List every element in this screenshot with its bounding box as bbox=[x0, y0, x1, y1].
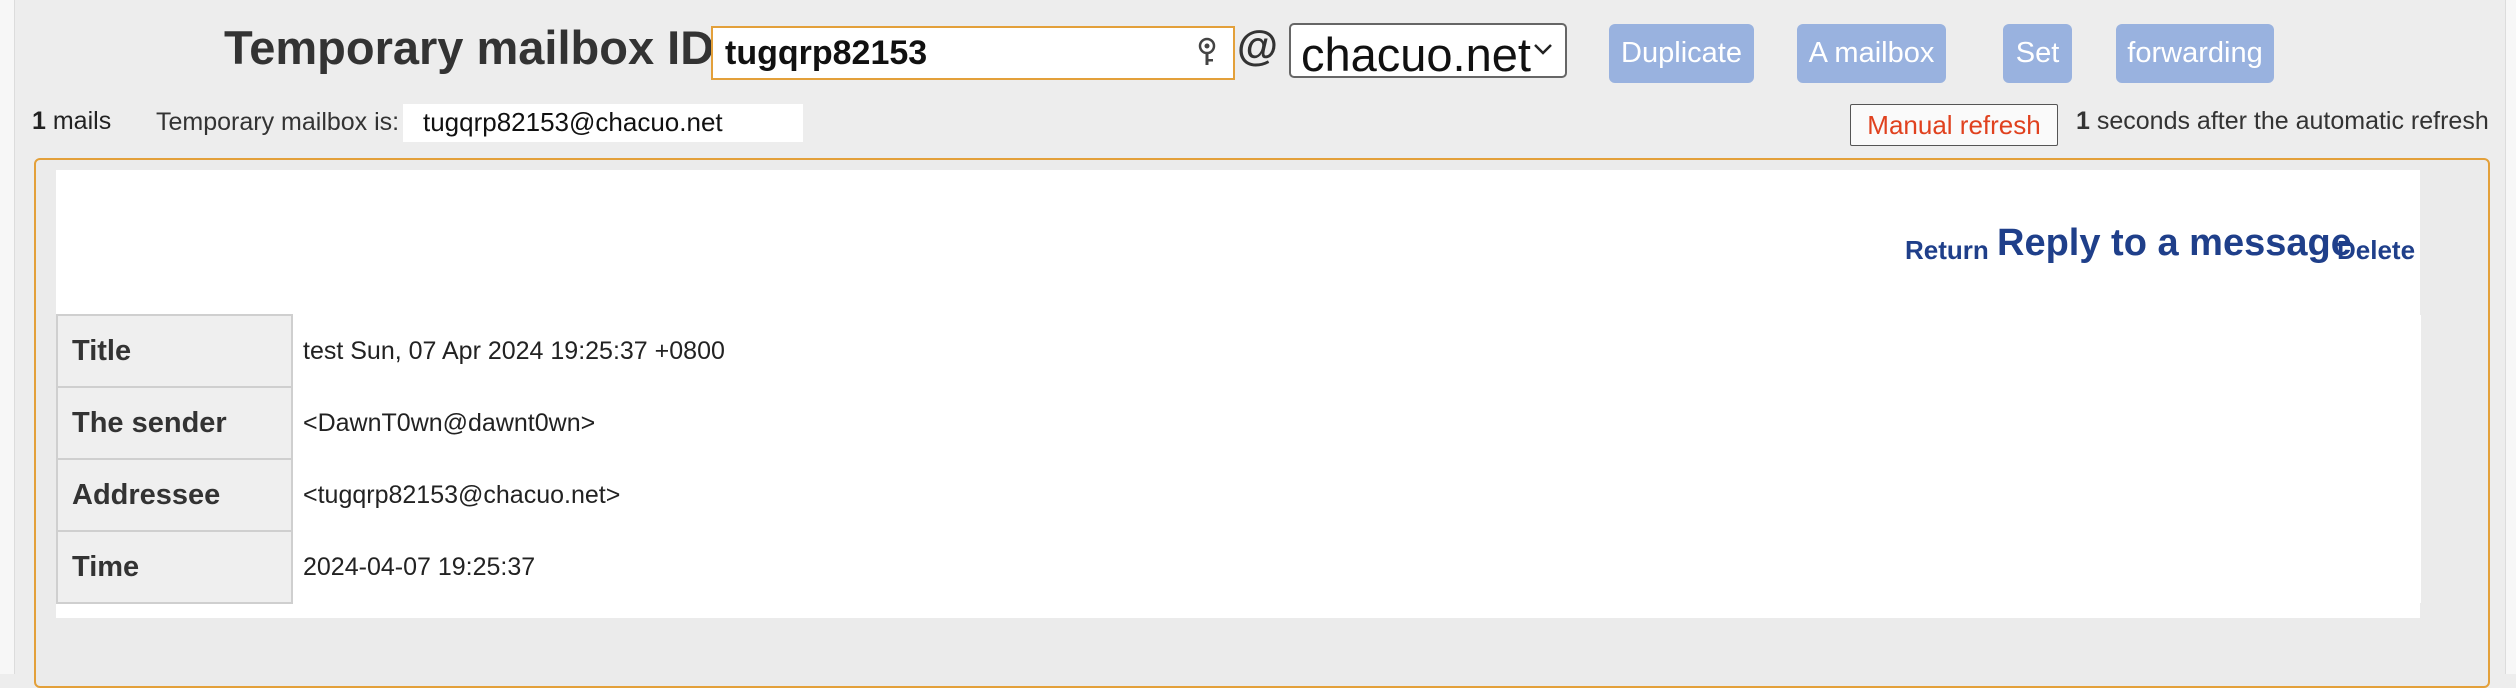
mail-count: 1 mails bbox=[32, 107, 111, 136]
table-row: Time 2024-04-07 19:25:37 bbox=[56, 530, 2421, 604]
addressee-label: Addressee bbox=[56, 458, 293, 532]
new-mailbox-button[interactable]: A mailbox bbox=[1797, 24, 1946, 83]
sender-value: <DawnT0wn@dawnt0wn> bbox=[291, 387, 2421, 459]
set-button[interactable]: Set bbox=[2003, 24, 2072, 83]
duplicate-button[interactable]: Duplicate bbox=[1609, 24, 1754, 83]
mailbox-id-input[interactable] bbox=[711, 26, 1235, 80]
chevron-down-icon bbox=[1534, 44, 1552, 55]
table-row: The sender <DawnT0wn@dawnt0wn> bbox=[56, 386, 2421, 460]
mail-count-label: mails bbox=[45, 107, 112, 135]
title-label: Title bbox=[56, 314, 293, 388]
domain-select[interactable]: chacuo.net bbox=[1289, 23, 1567, 81]
forwarding-button[interactable]: forwarding bbox=[2116, 24, 2274, 83]
table-row: Title test Sun, 07 Apr 2024 19:25:37 +08… bbox=[56, 314, 2421, 388]
refresh-seconds: 1 bbox=[2076, 107, 2090, 135]
mailbox-address-label: Temporary mailbox is: bbox=[156, 108, 400, 136]
mail-count-number: 1 bbox=[32, 107, 46, 135]
refresh-text: seconds after the automatic refresh bbox=[2089, 107, 2489, 135]
return-link[interactable]: Return bbox=[1905, 235, 1989, 266]
table-row: Addressee <tugqrp82153@chacuo.net> bbox=[56, 458, 2421, 532]
delete-link[interactable]: Delete bbox=[2337, 235, 2415, 266]
time-label: Time bbox=[56, 530, 293, 604]
domain-selected-value: chacuo.net bbox=[1301, 28, 1531, 81]
mailbox-id-label: Temporary mailbox ID: bbox=[224, 21, 730, 74]
key-icon[interactable] bbox=[1195, 37, 1219, 67]
reply-link[interactable]: Reply to a message bbox=[1997, 222, 2352, 265]
scrollbar-track[interactable] bbox=[2505, 0, 2516, 674]
mailbox-address-value[interactable]: tugqrp82153@chacuo.net bbox=[403, 104, 803, 142]
addressee-value: <tugqrp82153@chacuo.net> bbox=[291, 459, 2421, 531]
sender-label: The sender bbox=[56, 386, 293, 460]
at-sign: @ bbox=[1237, 22, 1278, 69]
manual-refresh-button[interactable]: Manual refresh bbox=[1850, 104, 2058, 146]
time-value: 2024-04-07 19:25:37 bbox=[291, 531, 2421, 603]
message-details-table: Title test Sun, 07 Apr 2024 19:25:37 +08… bbox=[56, 314, 2421, 604]
title-value: test Sun, 07 Apr 2024 19:25:37 +0800 bbox=[291, 315, 2421, 387]
auto-refresh-status: 1 seconds after the automatic refresh bbox=[2076, 107, 2489, 136]
left-page-edge bbox=[0, 0, 15, 674]
